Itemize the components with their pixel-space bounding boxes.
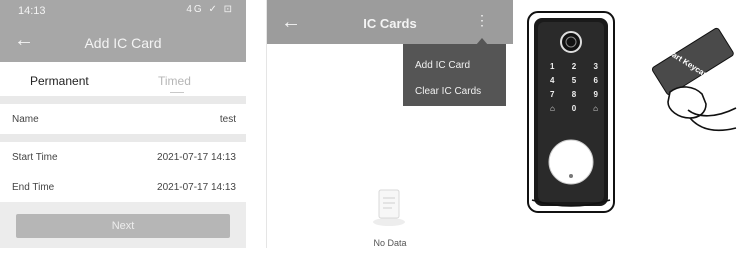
- add-ic-card-screen: 14:13 4G ✓ ⊡ ← Add IC Card Permanent Tim…: [0, 0, 246, 248]
- tab-bar: Permanent Timed: [0, 62, 246, 96]
- options-menu: Add IC Card Clear IC Cards: [403, 44, 506, 106]
- menu-item-add-ic-card[interactable]: Add IC Card: [415, 60, 470, 71]
- key-5: 5: [571, 76, 577, 85]
- key-9: 9: [593, 90, 598, 99]
- status-icons: 4G ✓ ⊡: [186, 4, 234, 15]
- empty-document-icon: [373, 189, 405, 226]
- name-row[interactable]: Name test: [0, 104, 246, 134]
- more-options-icon[interactable]: ⋮: [475, 12, 489, 29]
- keypad: 1 2 3 4 5 6 7 8 9 ⌂ 0 ⌂: [550, 62, 598, 113]
- start-time-value: 2021-07-17 14:13: [157, 152, 236, 163]
- key-3: 3: [593, 62, 598, 71]
- tab-permanent[interactable]: Permanent: [30, 74, 89, 88]
- name-label: Name: [12, 114, 39, 125]
- end-time-value: 2021-07-17 14:13: [157, 182, 236, 193]
- key-6: 6: [593, 76, 598, 85]
- divider: [0, 96, 246, 104]
- smart-lock-drawing: [527, 11, 737, 213]
- start-time-label: Start Time: [12, 152, 58, 163]
- lock-symbol-icon: ⌂: [550, 104, 555, 113]
- page-title: Add IC Card: [84, 35, 162, 51]
- app-bar: ← Add IC Card: [0, 22, 246, 62]
- status-time: 14:13: [18, 5, 46, 17]
- key-1: 1: [550, 62, 555, 71]
- key-8: 8: [571, 90, 577, 99]
- end-time-row[interactable]: End Time 2021-07-17 14:13: [0, 172, 246, 202]
- name-value: test: [219, 114, 236, 125]
- start-time-row[interactable]: Start Time 2021-07-17 14:13: [0, 142, 246, 172]
- key-0: 0: [571, 104, 577, 113]
- next-button[interactable]: Next: [16, 214, 230, 238]
- status-bar: 14:13 4G ✓ ⊡: [0, 0, 246, 22]
- lock-symbol-icon: ⌂: [593, 104, 598, 113]
- end-time-label: End Time: [12, 182, 55, 193]
- tab-indicator: [170, 92, 184, 93]
- divider: [0, 134, 246, 142]
- ic-cards-screen: ← IC Cards ⋮ Add IC Card Clear IC Cards …: [266, 0, 513, 248]
- tab-timed[interactable]: Timed: [158, 74, 191, 88]
- lock-illustration: 1 2 3 4 5 6 7 8 9 ⌂ 0 ⌂ Smart Keycard: [520, 0, 742, 248]
- key-4: 4: [550, 76, 555, 85]
- empty-state-text: No Data: [373, 238, 407, 248]
- menu-item-clear-ic-cards[interactable]: Clear IC Cards: [415, 86, 481, 97]
- key-7: 7: [550, 90, 555, 99]
- key-2: 2: [571, 62, 577, 71]
